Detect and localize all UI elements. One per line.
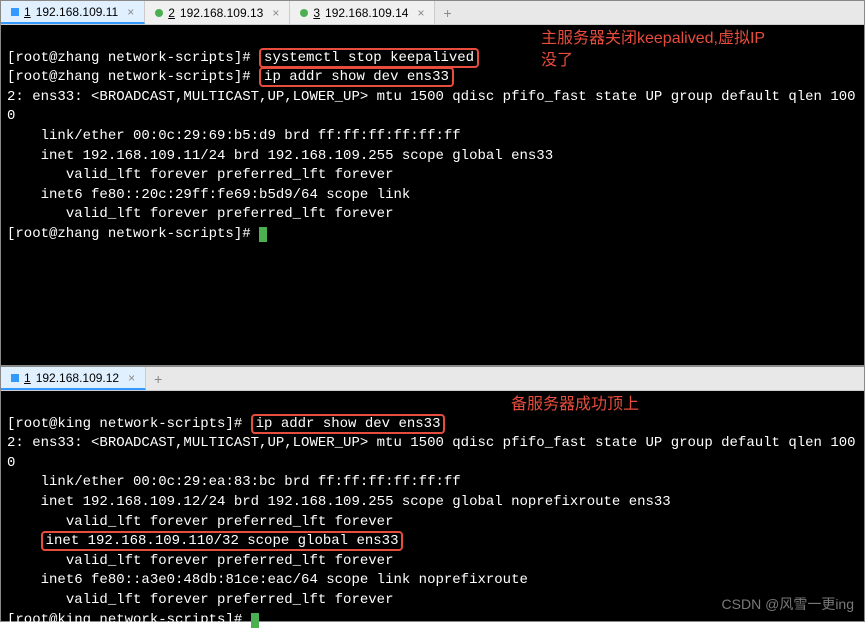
output-line: inet 192.168.109.11/24 brd 192.168.109.2… [7, 148, 553, 164]
output-line: inet6 fe80::20c:29ff:fe69:b5d9/64 scope … [7, 187, 410, 203]
tab-label: 192.168.109.12 [36, 371, 119, 385]
output-line: valid_lft forever preferred_lft forever [7, 514, 393, 530]
connection-dot-icon [300, 9, 308, 17]
output-line: 2: ens33: <BROADCAST,MULTICAST,UP,LOWER_… [7, 89, 856, 125]
tab-label: 192.168.109.11 [36, 5, 119, 19]
add-tab-button[interactable]: + [146, 368, 170, 390]
terminal-bottom[interactable]: [root@king network-scripts]# ip addr sho… [1, 391, 864, 621]
tab-number: 3 [313, 6, 320, 20]
tab-label: 192.168.109.13 [180, 6, 263, 20]
tab-label: 192.168.109.14 [325, 6, 408, 20]
annotation-backup: 备服务器成功顶上 [511, 394, 639, 416]
tab-host-3[interactable]: 3 192.168.109.14 × [290, 1, 435, 24]
highlighted-command-1: systemctl stop keepalived [259, 48, 479, 68]
tab-number: 1 [24, 5, 31, 19]
tab-number: 2 [168, 6, 175, 20]
shell-prompt: [root@zhang network-scripts]# [7, 226, 259, 242]
close-icon[interactable]: × [128, 371, 135, 385]
shell-prompt: [root@zhang network-scripts]# [7, 69, 259, 85]
connection-dot-icon [11, 374, 19, 382]
close-icon[interactable]: × [417, 6, 424, 20]
output-line: inet 192.168.109.12/24 brd 192.168.109.2… [7, 494, 671, 510]
highlighted-command-2: ip addr show dev ens33 [259, 67, 454, 87]
output-line: valid_lft forever preferred_lft forever [7, 167, 393, 183]
tab-number: 1 [24, 371, 31, 385]
shell-prompt: [root@king network-scripts]# [7, 612, 251, 628]
bottom-tab-bar: 1 192.168.109.12 × + [1, 367, 864, 391]
highlighted-vip-line: inet 192.168.109.110/32 scope global ens… [41, 531, 404, 551]
highlighted-command: ip addr show dev ens33 [251, 414, 446, 434]
annotation-master-2: 没了 [541, 50, 573, 72]
output-line: link/ether 00:0c:29:ea:83:bc brd ff:ff:f… [7, 474, 461, 490]
output-line: valid_lft forever preferred_lft forever [7, 592, 393, 608]
connection-dot-icon [11, 8, 19, 16]
shell-prompt: [root@zhang network-scripts]# [7, 50, 259, 66]
tab-host-2[interactable]: 2 192.168.109.13 × [145, 1, 290, 24]
output-line: inet6 fe80::a3e0:48db:81ce:eac/64 scope … [7, 572, 528, 588]
tab-host-1[interactable]: 1 192.168.109.11 × [1, 1, 145, 24]
close-icon[interactable]: × [127, 5, 134, 19]
terminal-top[interactable]: [root@zhang network-scripts]# systemctl … [1, 25, 864, 365]
top-tab-bar: 1 192.168.109.11 × 2 192.168.109.13 × 3 … [1, 1, 864, 25]
watermark: CSDN @风雪一更ing [722, 595, 854, 615]
output-line: valid_lft forever preferred_lft forever [7, 553, 393, 569]
cursor-icon [259, 227, 267, 242]
output-line [7, 533, 41, 549]
close-icon[interactable]: × [272, 6, 279, 20]
output-line: 2: ens33: <BROADCAST,MULTICAST,UP,LOWER_… [7, 435, 856, 471]
connection-dot-icon [155, 9, 163, 17]
tab-host-backup[interactable]: 1 192.168.109.12 × [1, 367, 146, 390]
annotation-master: 主服务器关闭keepalived,虚拟IP [541, 28, 765, 50]
add-tab-button[interactable]: + [435, 2, 459, 24]
output-line: link/ether 00:0c:29:69:b5:d9 brd ff:ff:f… [7, 128, 461, 144]
cursor-icon [251, 613, 259, 628]
output-line: valid_lft forever preferred_lft forever [7, 206, 393, 222]
shell-prompt: [root@king network-scripts]# [7, 416, 251, 432]
